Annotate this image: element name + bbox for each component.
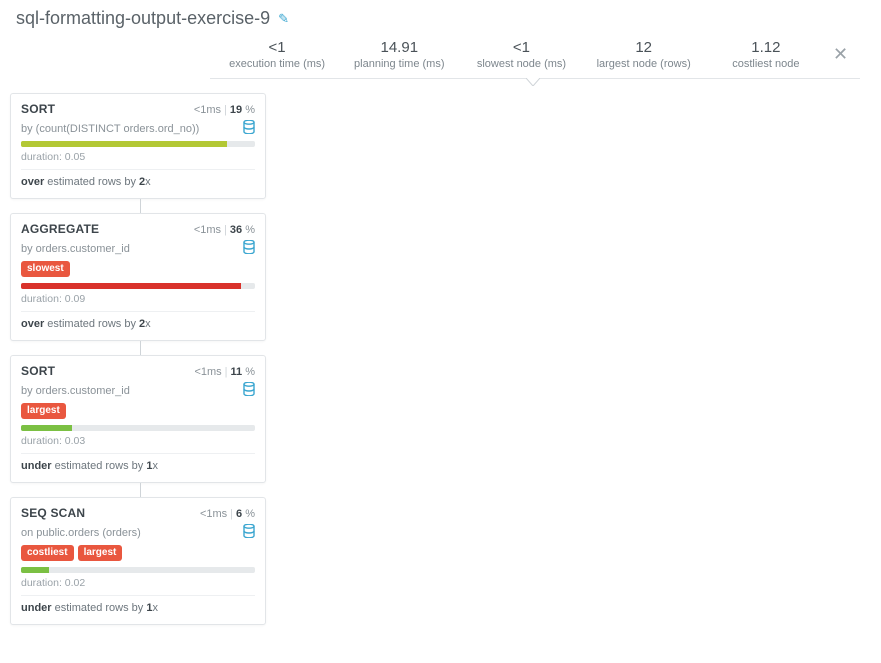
pointer-icon (526, 78, 540, 86)
node-connector (140, 341, 141, 355)
stat-value: 1.12 (705, 39, 827, 56)
node-tags: largest (21, 403, 255, 419)
tag-largest: largest (78, 545, 123, 561)
stat-planning-time: 14.91 planning time (ms) (338, 39, 460, 70)
node-header: SEQ SCAN <1ms|6 % (21, 506, 255, 520)
node-subline: by (count(DISTINCT orders.ord_no)) (21, 120, 255, 137)
database-icon[interactable] (243, 240, 255, 257)
duration-label: duration: 0.09 (21, 293, 255, 312)
stat-value: 12 (583, 39, 705, 56)
plan-node[interactable]: AGGREGATE <1ms|36 % by orders.customer_ids… (10, 213, 266, 341)
stat-label: slowest node (ms) (460, 58, 582, 70)
database-icon[interactable] (243, 524, 255, 541)
node-title: SORT (21, 364, 55, 378)
stat-value: 14.91 (338, 39, 460, 56)
duration-bar (21, 141, 255, 147)
stat-costliest-node: 1.12 costliest node (705, 39, 827, 70)
node-connector (140, 483, 141, 497)
node-title: AGGREGATE (21, 222, 99, 236)
stat-slowest-node: <1 slowest node (ms) (460, 39, 582, 70)
stat-value: <1 (460, 39, 582, 56)
node-metrics: <1ms|19 % (194, 104, 255, 116)
node-subline: on public.orders (orders) (21, 524, 255, 541)
node-tags: slowest (21, 261, 255, 277)
duration-label: duration: 0.03 (21, 435, 255, 454)
duration-label: duration: 0.05 (21, 151, 255, 170)
estimate-row: under estimated rows by 1x (21, 602, 255, 614)
duration-bar-fill (21, 567, 49, 573)
stats-bar: <1 execution time (ms) 14.91 planning ti… (210, 37, 860, 79)
node-title: SEQ SCAN (21, 506, 85, 520)
tag-largest: largest (21, 403, 66, 419)
plan-node[interactable]: SEQ SCAN <1ms|6 % on public.orders (orders… (10, 497, 266, 625)
stat-label: execution time (ms) (216, 58, 338, 70)
duration-bar-fill (21, 283, 241, 289)
estimate-row: under estimated rows by 1x (21, 460, 255, 472)
page-title: sql-formatting-output-exercise-9 (16, 8, 270, 29)
duration-bar-fill (21, 141, 227, 147)
plan-node[interactable]: SORT <1ms|11 % by orders.customer_idlarges… (10, 355, 266, 483)
database-icon[interactable] (243, 120, 255, 137)
node-header: AGGREGATE <1ms|36 % (21, 222, 255, 236)
node-metrics: <1ms|36 % (194, 224, 255, 236)
node-sub-text: on public.orders (orders) (21, 527, 141, 539)
stat-label: largest node (rows) (583, 58, 705, 70)
title-row: sql-formatting-output-exercise-9 ✎ (0, 0, 881, 33)
stat-largest-node: 12 largest node (rows) (583, 39, 705, 70)
tag-slowest: slowest (21, 261, 70, 277)
plan-tree: SORT <1ms|19 % by (count(DISTINCT orders.o… (0, 93, 881, 645)
node-metrics: <1ms|6 % (200, 508, 255, 520)
plan-node[interactable]: SORT <1ms|19 % by (count(DISTINCT orders.o… (10, 93, 266, 199)
close-icon[interactable]: ✕ (827, 40, 854, 69)
duration-bar (21, 425, 255, 431)
node-header: SORT <1ms|19 % (21, 102, 255, 116)
estimate-row: over estimated rows by 2x (21, 318, 255, 330)
stat-label: planning time (ms) (338, 58, 460, 70)
stat-value: <1 (216, 39, 338, 56)
duration-label: duration: 0.02 (21, 577, 255, 596)
stat-label: costliest node (705, 58, 827, 70)
node-title: SORT (21, 102, 55, 116)
node-connector (140, 199, 141, 213)
duration-bar (21, 283, 255, 289)
node-subline: by orders.customer_id (21, 240, 255, 257)
node-tags: costliestlargest (21, 545, 255, 561)
estimate-row: over estimated rows by 2x (21, 176, 255, 188)
duration-bar (21, 567, 255, 573)
node-sub-text: by orders.customer_id (21, 243, 130, 255)
tag-costliest: costliest (21, 545, 74, 561)
node-sub-text: by orders.customer_id (21, 385, 130, 397)
edit-icon[interactable]: ✎ (278, 11, 289, 27)
node-sub-text: by (count(DISTINCT orders.ord_no)) (21, 123, 199, 135)
node-metrics: <1ms|11 % (194, 366, 255, 378)
database-icon[interactable] (243, 382, 255, 399)
node-subline: by orders.customer_id (21, 382, 255, 399)
node-header: SORT <1ms|11 % (21, 364, 255, 378)
duration-bar-fill (21, 425, 72, 431)
stat-execution-time: <1 execution time (ms) (216, 39, 338, 70)
